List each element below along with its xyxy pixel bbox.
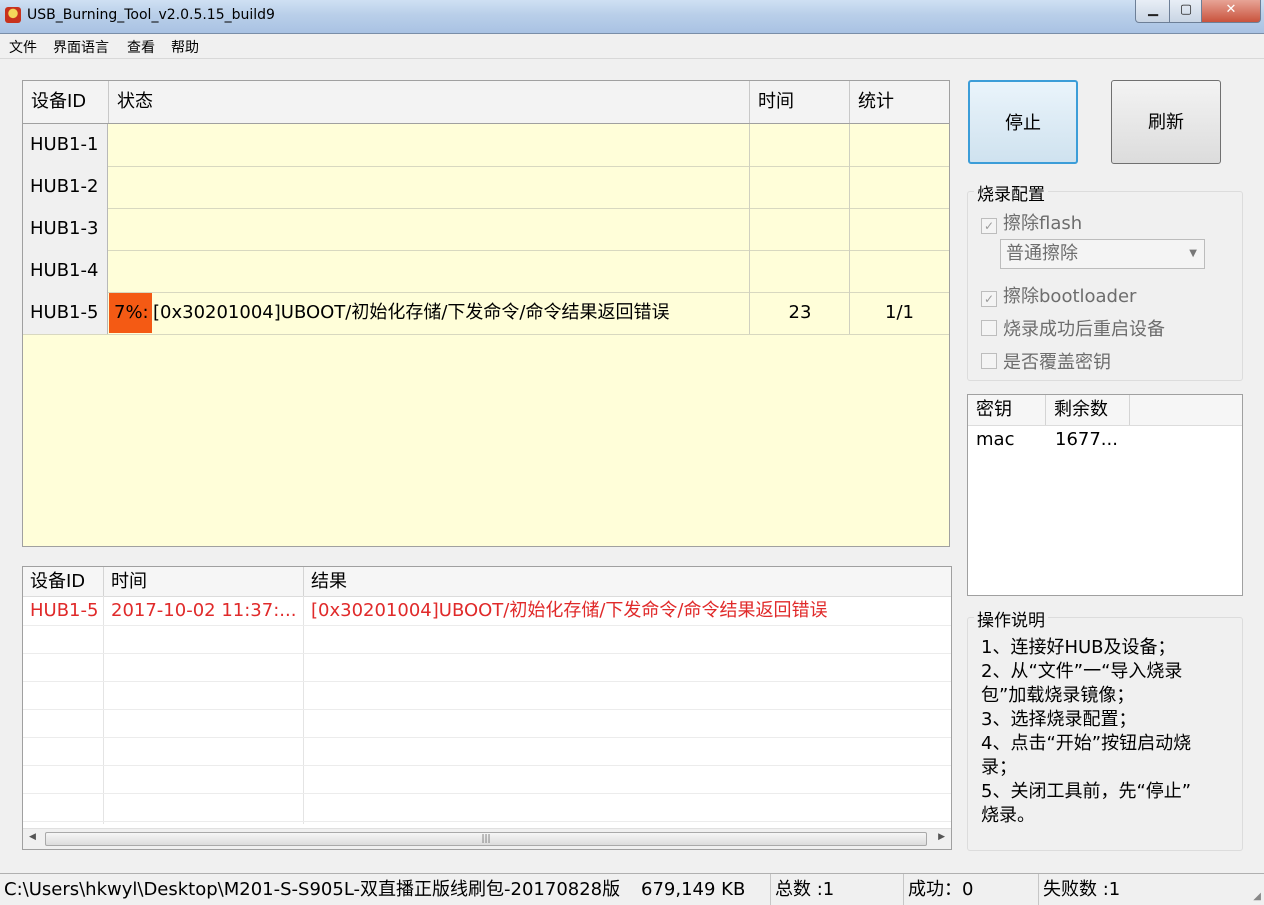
- device-row[interactable]: HUB1-5 7%: [0x30201004]UBOOT/初始化存储/下发命令/…: [23, 292, 949, 335]
- scroll-left-icon[interactable]: ◀: [29, 832, 36, 842]
- device-grid[interactable]: 设备ID 状态 时间 统计 HUB1-1 HUB1-2 HUB1-3 HUB1-…: [22, 80, 950, 547]
- key-name: mac: [976, 429, 1015, 450]
- refresh-button[interactable]: 刷新: [1111, 80, 1221, 164]
- log-horizontal-scrollbar[interactable]: ◀ ||| ▶: [23, 828, 951, 849]
- chevron-down-icon: ▼: [1189, 248, 1197, 259]
- status-bar: C:\Users\hkwyl\Desktop\M201-S-S905L-双直播正…: [0, 873, 1264, 905]
- erase-flash-label: 擦除flash: [1003, 213, 1083, 234]
- col-log-device-id[interactable]: 设备ID: [23, 567, 104, 596]
- col-log-result[interactable]: 结果: [304, 567, 951, 596]
- log-row: [23, 625, 951, 654]
- minimize-button[interactable]: ▁: [1135, 0, 1171, 23]
- device-stat: 1/1: [885, 302, 914, 323]
- window-title: USB_Burning_Tool_v2.0.5.15_build9: [27, 7, 275, 23]
- col-log-time[interactable]: 时间: [104, 567, 304, 596]
- device-status: [0x30201004]UBOOT/初始化存储/下发命令/命令结果返回错误: [153, 302, 670, 323]
- reboot-after-checkbox[interactable]: 烧录成功后重启设备: [981, 315, 1165, 341]
- device-id: HUB1-3: [23, 208, 108, 250]
- scrollbar-thumb[interactable]: |||: [45, 832, 927, 846]
- key-remaining: 1677...: [1055, 429, 1118, 450]
- menu-language[interactable]: 界面语言: [53, 37, 109, 57]
- col-device-id[interactable]: 设备ID: [23, 81, 109, 123]
- checkbox-checked-icon: ✓: [981, 291, 997, 307]
- stop-button[interactable]: 停止: [968, 80, 1078, 164]
- device-id: HUB1-5: [23, 292, 108, 334]
- device-row[interactable]: HUB1-1: [23, 124, 949, 167]
- device-grid-header: 设备ID 状态 时间 统计: [23, 81, 949, 124]
- key-list-header: 密钥 剩余数: [968, 395, 1242, 426]
- log-device-id: HUB1-5: [30, 600, 99, 621]
- log-header: 设备ID 时间 结果: [23, 567, 951, 597]
- title-bar: USB_Burning_Tool_v2.0.5.15_build9 ▁ ▢ ✕: [0, 0, 1264, 34]
- checkbox-unchecked-icon: [981, 353, 997, 369]
- log-row: [23, 653, 951, 682]
- erase-bootloader-label: 擦除bootloader: [1003, 286, 1137, 307]
- instruction-line: 2、从“文件”一“导入烧录: [981, 661, 1183, 682]
- instructions-label: 操作说明: [974, 606, 1048, 631]
- col-remaining[interactable]: 剩余数: [1046, 395, 1130, 425]
- log-row: [23, 681, 951, 710]
- burn-config-label: 烧录配置: [974, 180, 1048, 205]
- device-id: HUB1-4: [23, 250, 108, 292]
- menu-bar: 文件 界面语言 查看 帮助: [0, 34, 1264, 59]
- status-failed: 失败数 :1: [1038, 874, 1238, 905]
- close-button[interactable]: ✕: [1201, 0, 1261, 23]
- instruction-line: 包”加载烧录镜像；: [981, 685, 1135, 706]
- menu-view[interactable]: 查看: [127, 37, 155, 57]
- checkbox-unchecked-icon: [981, 320, 997, 336]
- log-row[interactable]: HUB1-5 2017-10-02 11:37:... [0x30201004]…: [23, 597, 951, 626]
- status-image-size: 679,149 KB: [641, 879, 746, 900]
- erase-flash-checkbox[interactable]: ✓ 擦除flash: [981, 209, 1082, 235]
- device-id: HUB1-2: [23, 166, 108, 208]
- progress-percent: 7%:: [109, 293, 152, 333]
- device-row[interactable]: HUB1-3: [23, 208, 949, 251]
- instruction-line: 1、连接好HUB及设备；: [981, 637, 1176, 658]
- col-key[interactable]: 密钥: [968, 395, 1046, 425]
- status-image-path: C:\Users\hkwyl\Desktop\M201-S-S905L-双直播正…: [4, 879, 621, 900]
- instruction-line: 3、选择烧录配置；: [981, 709, 1137, 730]
- device-row[interactable]: HUB1-2: [23, 166, 949, 209]
- device-row[interactable]: HUB1-4: [23, 250, 949, 293]
- menu-file[interactable]: 文件: [9, 37, 37, 57]
- scroll-right-icon[interactable]: ▶: [938, 832, 945, 842]
- col-stat[interactable]: 统计: [850, 81, 949, 123]
- erase-mode-select[interactable]: 普通擦除 ▼: [1000, 239, 1205, 269]
- log-row: [23, 765, 951, 794]
- minimize-icon: ▁: [1148, 2, 1158, 17]
- checkbox-checked-icon: ✓: [981, 218, 997, 234]
- erase-bootloader-checkbox[interactable]: ✓ 擦除bootloader: [981, 282, 1136, 308]
- key-list[interactable]: 密钥 剩余数 mac 1677...: [967, 394, 1243, 596]
- device-time: 23: [788, 302, 812, 323]
- menu-help[interactable]: 帮助: [171, 37, 199, 57]
- log-row: [23, 793, 951, 822]
- col-status[interactable]: 状态: [109, 81, 750, 123]
- instruction-line: 4、点击“开始”按钮启动烧: [981, 733, 1192, 754]
- log-time: 2017-10-02 11:37:...: [111, 600, 297, 621]
- log-row: [23, 709, 951, 738]
- col-time[interactable]: 时间: [750, 81, 850, 123]
- close-icon: ✕: [1225, 2, 1237, 17]
- log-list[interactable]: 设备ID 时间 结果 HUB1-5 2017-10-02 11:37:... […: [22, 566, 952, 850]
- reboot-after-label: 烧录成功后重启设备: [1003, 319, 1165, 340]
- log-row: [23, 737, 951, 766]
- erase-mode-value: 普通擦除: [1006, 243, 1078, 264]
- device-id: HUB1-1: [23, 124, 108, 166]
- instruction-line: 录；: [981, 757, 1017, 778]
- log-result: [0x30201004]UBOOT/初始化存储/下发命令/命令结果返回错误: [311, 600, 828, 621]
- status-total: 总数 :1: [770, 874, 903, 905]
- overwrite-key-checkbox[interactable]: 是否覆盖密钥: [981, 348, 1111, 374]
- instruction-line: 5、关闭工具前，先“停止”: [981, 781, 1192, 802]
- maximize-button[interactable]: ▢: [1169, 0, 1203, 23]
- maximize-icon: ▢: [1179, 2, 1193, 17]
- app-icon: [5, 7, 21, 23]
- instruction-line: 烧录。: [981, 805, 1035, 826]
- resize-grip-icon[interactable]: ◢: [1253, 891, 1261, 902]
- overwrite-key-label: 是否覆盖密钥: [1003, 352, 1111, 373]
- status-success: 成功：0: [903, 874, 1038, 905]
